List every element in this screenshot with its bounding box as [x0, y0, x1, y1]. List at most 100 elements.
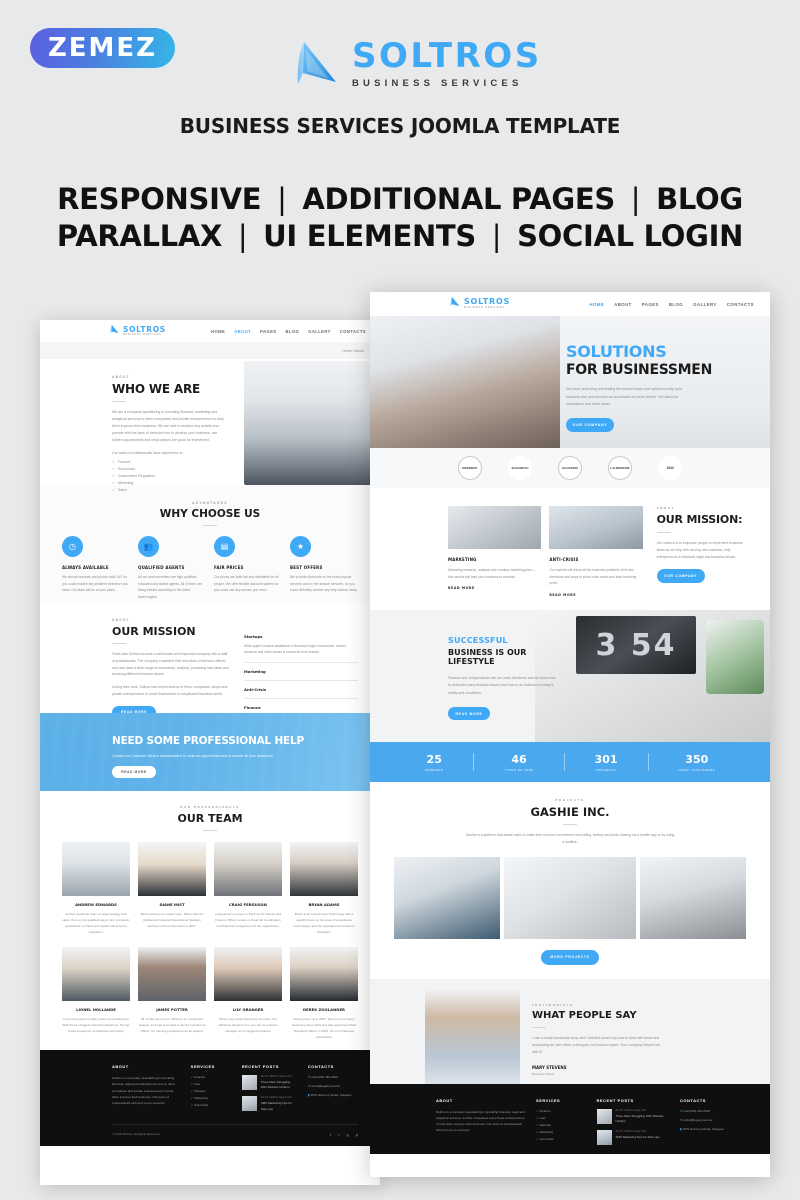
nav-item-home[interactable]: HOME: [211, 329, 225, 334]
footer-about-text: Soltros is a company specializing in pro…: [112, 1076, 175, 1105]
mission-card: ANTI-CRISIS Our experts will check all t…: [549, 506, 643, 610]
footer-service-item[interactable]: ✓ Law: [191, 1082, 231, 1086]
footer-post-item[interactable]: Apr 07, 2018 by Super User SMS Marketing…: [241, 1096, 297, 1112]
testimonial-role: Business Owner: [532, 1071, 555, 1076]
zemez-vendor-badge[interactable]: ZEMEZ: [30, 28, 175, 68]
check-icon: ✓: [536, 1115, 539, 1120]
lifestyle-title-accent: SUCCESSFUL: [448, 636, 508, 645]
team-member-bio: Where Lily works hard since 12 years, he…: [218, 1017, 278, 1034]
professional-help-banner: NEED SOME PROFESSIONAL HELP Contact our …: [40, 713, 380, 791]
nav-item-gallery[interactable]: GALLERY: [308, 329, 331, 334]
footer-about-title: ABOUT: [112, 1064, 129, 1070]
mission-card-text: Our experts will check all the business …: [549, 568, 637, 586]
breadcrumb[interactable]: Home / About: [342, 349, 364, 353]
check-icon: ✓: [190, 1075, 194, 1080]
footer-service-item[interactable]: ✓ Startups: [536, 1123, 585, 1127]
team-member-card: DEREK ZOOLANDER Derek joined us in 2007,…: [290, 947, 358, 1040]
nav-item-contacts[interactable]: CONTACTS: [727, 302, 754, 307]
stat-item: 25 WORKERS: [415, 753, 453, 772]
footer-contact-email[interactable]: ✉ us1st@legacy.service: [680, 1118, 746, 1122]
nav-item-about[interactable]: ABOUT: [614, 302, 632, 307]
promo-header: ZEMEZ SOLTROS BUSINESS SERVICES BUSINESS…: [0, 0, 800, 278]
check-icon: ✓: [112, 460, 116, 464]
accordion-item[interactable]: Anti-Crisis: [244, 681, 358, 699]
home-mission-text: Our mission is to empower people to impl…: [656, 541, 743, 559]
brand-name: SOLTROS: [352, 36, 542, 76]
team-member-bio: Andrew leads the team on legal strategy …: [62, 912, 130, 935]
footer-contact-address[interactable]: ▮ 4576 Harmony Road, Glasgow: [680, 1127, 746, 1131]
avatar: [290, 842, 358, 896]
footer-post-item[interactable]: Apr 07, 2018 by Super User Three Main St…: [596, 1108, 670, 1124]
nav-item-pages[interactable]: PAGES: [642, 302, 659, 307]
project-photo[interactable]: [394, 856, 500, 939]
avatar: [62, 947, 130, 1002]
stat-label: WORKERS: [424, 767, 444, 772]
footer-service-item[interactable]: ✓ Anti-Crisis: [191, 1103, 231, 1107]
team-member-card: BRYAN ADAMS Bryan is an Investments Tech…: [290, 842, 358, 935]
footer-service-item[interactable]: ✓ Marketing: [191, 1096, 231, 1100]
google-icon[interactable]: g: [347, 1132, 349, 1137]
nav-item-blog[interactable]: BLOG: [285, 329, 299, 334]
nav-item-home[interactable]: HOME: [589, 302, 604, 307]
testimonial-author: MARY STEVENS: [532, 1064, 567, 1070]
footer-contact-phone[interactable]: ✆ Call (046) 454-2636: [308, 1075, 358, 1079]
feature-blog: BLOG: [656, 182, 743, 216]
banner-text: Contact our Customer Service representat…: [112, 754, 273, 758]
nav-item-contacts[interactable]: CONTACTS: [340, 329, 366, 334]
partner-badge: ELIZABETH: [508, 456, 532, 480]
more-projects-button[interactable]: MORE PROJECTS: [541, 949, 599, 965]
who-list-label: Government Regulation: [118, 474, 155, 478]
home-mission-eyebrow: ABOUT: [656, 506, 675, 510]
advantages-title: WHY CHOOSE US: [159, 508, 261, 520]
nav-item-pages[interactable]: PAGES: [260, 329, 276, 334]
advantage-card: ★ BEST OFFERS We provide discounts on th…: [290, 536, 358, 600]
footer-service-item[interactable]: ✓ Law: [536, 1116, 585, 1120]
accordion-item[interactable]: Startups Start-uppers receive assistance…: [244, 634, 358, 663]
footer-copyright-bar: © 2018 Soltros. All Rights Reserved f t …: [112, 1123, 358, 1144]
footer-post-item[interactable]: Apr 07, 2018 by Super User Three Main St…: [241, 1075, 297, 1091]
testimonial-photo: [425, 988, 520, 1084]
team-title: OUR TEAM: [177, 812, 243, 825]
footer-service-item[interactable]: ✓ Finance: [536, 1109, 585, 1113]
nav-item-blog[interactable]: BLOG: [669, 302, 683, 307]
banner-read-more-button[interactable]: READ MORE: [112, 766, 156, 778]
advantages-grid: ◷ ALWAYS AVAILABLE We accept requests an…: [40, 526, 380, 600]
twitter-icon[interactable]: t: [338, 1132, 339, 1137]
advantages-eyebrow: ADVANTAGES: [192, 501, 228, 505]
accordion-title: Startups: [244, 634, 263, 639]
pinterest-icon[interactable]: p: [356, 1132, 358, 1137]
footer-contact-email[interactable]: ✉ us1st@legacy.service: [308, 1084, 358, 1088]
about-nav-logo[interactable]: SOLTROS BUSINESS SERVICES: [110, 322, 166, 340]
project-photo[interactable]: [640, 856, 746, 939]
who-list-label: Finance: [118, 460, 131, 464]
home-mission-section: MARKETING Marketing research, analysis a…: [370, 488, 770, 610]
post-thumbnail: [596, 1129, 612, 1145]
footer-post-item[interactable]: Apr 07, 2018 by Super User SMS Marketing…: [596, 1129, 670, 1145]
lifestyle-read-more-button[interactable]: READ MORE: [448, 707, 490, 721]
footer-service-item[interactable]: ✓ Finance: [191, 1075, 231, 1079]
footer-about-text: Soltros is a company specializing in pro…: [436, 1109, 525, 1133]
footer-contact-phone[interactable]: ✆ Call (046) 454-2636: [680, 1109, 746, 1113]
footer-service-item[interactable]: ✓ Startups: [191, 1089, 231, 1093]
nav-item-gallery[interactable]: GALLERY: [693, 302, 717, 307]
mission-card-read-more-link[interactable]: READ MORE: [549, 593, 642, 597]
nav-item-about[interactable]: ABOUT: [234, 329, 251, 334]
partner-badge: BLOSSOM: [558, 456, 582, 480]
home-nav-logo[interactable]: SOLTROS BUSINESS SERVICES: [450, 295, 510, 313]
footer-service-item[interactable]: ✓ Anti-Crisis: [536, 1137, 585, 1141]
accordion-item[interactable]: Marketing: [244, 663, 358, 681]
footer-contact-address[interactable]: ▮ 4576 Harmony Road, Glasgow: [308, 1093, 358, 1097]
partner-badge: LAURENTINE: [608, 456, 632, 480]
footer-contacts-title: CONTACTS: [307, 1064, 334, 1070]
hero-title-accent: SOLUTIONS: [566, 342, 667, 361]
who-divider: [112, 401, 126, 402]
mission-card-read-more-link[interactable]: READ MORE: [448, 586, 541, 590]
stat-item: 350 HAPPY CUSTOMERS: [669, 753, 725, 772]
footer-service-item[interactable]: ✓ Marketing: [536, 1130, 585, 1134]
mission-card-photo: [549, 506, 643, 549]
home-mission-cta-button[interactable]: OUR COMPANY: [656, 569, 705, 584]
project-photo[interactable]: [503, 856, 637, 939]
brand-logo: SOLTROS BUSINESS SERVICES: [296, 38, 542, 90]
facebook-icon[interactable]: f: [330, 1132, 331, 1137]
hero-cta-button[interactable]: OUR COMPANY: [566, 417, 614, 432]
